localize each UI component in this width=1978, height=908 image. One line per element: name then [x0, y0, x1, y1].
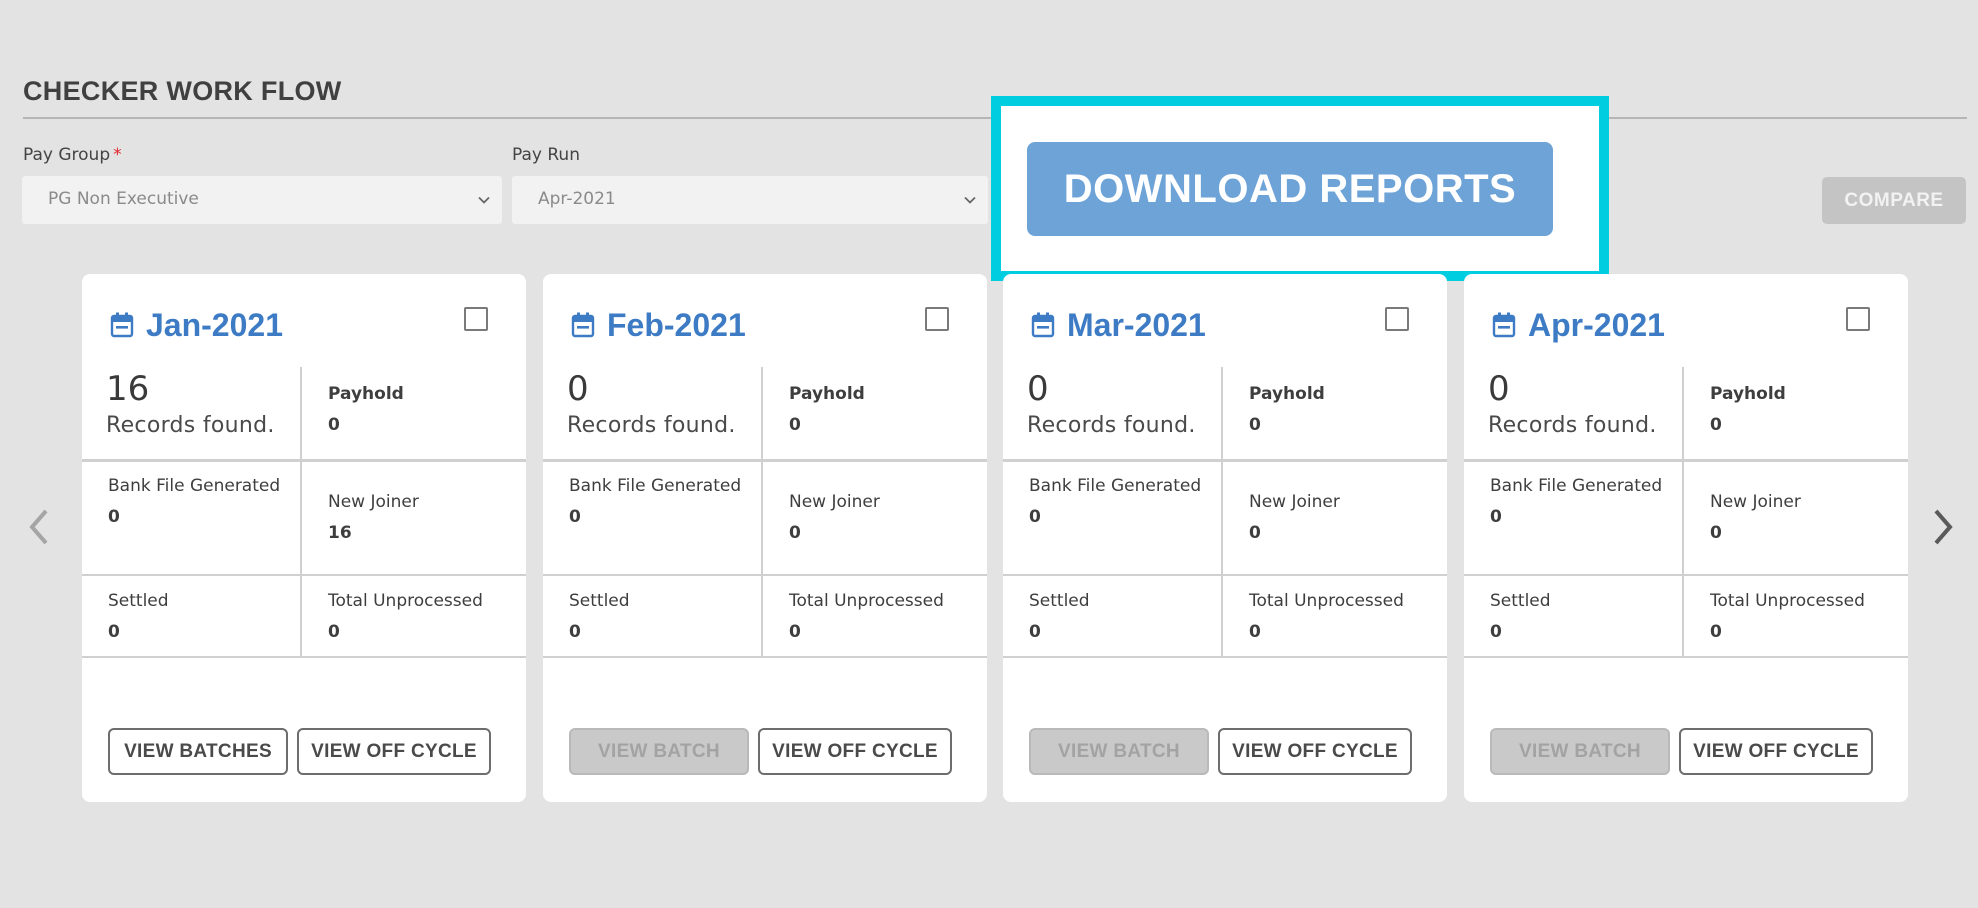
bank-file-generated-value: 0: [108, 507, 120, 527]
bank-file-generated-value: 0: [1029, 507, 1041, 527]
bank-file-generated-value: 0: [569, 507, 581, 527]
new-joiner-value: 16: [328, 523, 352, 543]
total-unprocessed-value: 0: [328, 622, 340, 642]
records-count: 16: [106, 369, 150, 409]
compare-button[interactable]: COMPARE: [1822, 177, 1966, 224]
payhold-label: Payhold: [328, 384, 404, 404]
chevron-left-icon[interactable]: [26, 505, 52, 549]
bank-file-generated-label: Bank File Generated: [569, 476, 742, 496]
records-label: Records found.: [1488, 413, 1657, 438]
calendar-icon: [110, 312, 134, 338]
records-label: Records found.: [1027, 413, 1196, 438]
bank-file-generated-value: 0: [1490, 507, 1502, 527]
settled-value: 0: [569, 622, 581, 642]
card-header: Apr-2021: [1492, 300, 1882, 350]
total-unprocessed-value: 0: [1249, 622, 1261, 642]
payhold-label: Payhold: [1249, 384, 1325, 404]
view-off-cycle-button[interactable]: VIEW OFF CYCLE: [1218, 728, 1412, 775]
bank-file-generated-label: Bank File Generated: [108, 476, 281, 496]
pay-group-label-text: Pay Group: [23, 145, 111, 165]
pay-run-select[interactable]: Apr-2021: [512, 176, 988, 224]
card-month: Mar-2021: [1067, 306, 1206, 343]
records-count: 0: [1027, 369, 1049, 409]
download-reports-button[interactable]: DOWNLOAD REPORTS: [1027, 142, 1553, 236]
download-reports-highlight: DOWNLOAD REPORTS: [991, 96, 1609, 281]
records-label: Records found.: [567, 413, 736, 438]
new-joiner-label: New Joiner: [328, 492, 419, 512]
view-batches-button[interactable]: VIEW BATCHES: [108, 728, 288, 775]
payhold-label: Payhold: [789, 384, 865, 404]
bank-file-generated-label: Bank File Generated: [1490, 476, 1663, 496]
chevron-down-icon: [478, 196, 490, 204]
card-header: Feb-2021: [571, 300, 961, 350]
card-select-checkbox[interactable]: [1385, 307, 1409, 331]
payhold-value: 0: [1249, 415, 1261, 435]
page-title: CHECKER WORK FLOW: [23, 76, 342, 106]
bank-file-generated-label: Bank File Generated: [1029, 476, 1202, 496]
payhold-value: 0: [1710, 415, 1722, 435]
settled-value: 0: [1490, 622, 1502, 642]
view-batch-button: VIEW BATCH: [1490, 728, 1670, 775]
payhold-label: Payhold: [1710, 384, 1786, 404]
payhold-value: 0: [789, 415, 801, 435]
card-header: Mar-2021: [1031, 300, 1421, 350]
total-unprocessed-value: 0: [1710, 622, 1722, 642]
settled-label: Settled: [108, 591, 169, 611]
card-stats: 0 Records found. Payhold 0 Bank File Gen…: [543, 367, 987, 658]
total-unprocessed-label: Total Unprocessed: [328, 591, 483, 611]
chevron-down-icon: [964, 196, 976, 204]
card-month: Feb-2021: [607, 306, 746, 343]
calendar-icon: [571, 312, 595, 338]
payhold-value: 0: [328, 415, 340, 435]
settled-label: Settled: [1490, 591, 1551, 611]
card-select-checkbox[interactable]: [925, 307, 949, 331]
settled-value: 0: [1029, 622, 1041, 642]
pay-group-select[interactable]: PG Non Executive: [22, 176, 502, 224]
view-batch-button: VIEW BATCH: [569, 728, 749, 775]
new-joiner-label: New Joiner: [1710, 492, 1801, 512]
month-card: Jan-2021 16 Records found. Payhold 0 Ban…: [82, 274, 526, 802]
card-select-checkbox[interactable]: [464, 307, 488, 331]
calendar-icon: [1492, 312, 1516, 338]
new-joiner-value: 0: [789, 523, 801, 543]
view-off-cycle-button[interactable]: VIEW OFF CYCLE: [758, 728, 952, 775]
total-unprocessed-label: Total Unprocessed: [1249, 591, 1404, 611]
pay-group-value: PG Non Executive: [48, 189, 199, 209]
card-stats: 0 Records found. Payhold 0 Bank File Gen…: [1464, 367, 1908, 658]
card-month: Apr-2021: [1528, 306, 1665, 343]
month-card: Apr-2021 0 Records found. Payhold 0 Bank…: [1464, 274, 1908, 802]
new-joiner-value: 0: [1710, 523, 1722, 543]
new-joiner-label: New Joiner: [789, 492, 880, 512]
records-count: 0: [567, 369, 589, 409]
month-card: Feb-2021 0 Records found. Payhold 0 Bank…: [543, 274, 987, 802]
records-label: Records found.: [106, 413, 275, 438]
settled-label: Settled: [1029, 591, 1090, 611]
chevron-right-icon[interactable]: [1930, 505, 1956, 549]
card-month: Jan-2021: [146, 306, 283, 343]
settled-value: 0: [108, 622, 120, 642]
view-batch-button: VIEW BATCH: [1029, 728, 1209, 775]
records-count: 0: [1488, 369, 1510, 409]
card-select-checkbox[interactable]: [1846, 307, 1870, 331]
required-marker: *: [113, 145, 122, 165]
card-stats: 16 Records found. Payhold 0 Bank File Ge…: [82, 367, 526, 658]
pay-run-label: Pay Run: [512, 145, 580, 165]
total-unprocessed-label: Total Unprocessed: [1710, 591, 1865, 611]
pay-run-value: Apr-2021: [538, 189, 616, 209]
total-unprocessed-value: 0: [789, 622, 801, 642]
total-unprocessed-label: Total Unprocessed: [789, 591, 944, 611]
calendar-icon: [1031, 312, 1055, 338]
pay-group-label: Pay Group *: [23, 145, 122, 165]
month-card: Mar-2021 0 Records found. Payhold 0 Bank…: [1003, 274, 1447, 802]
card-stats: 0 Records found. Payhold 0 Bank File Gen…: [1003, 367, 1447, 658]
settled-label: Settled: [569, 591, 630, 611]
card-header: Jan-2021: [110, 300, 500, 350]
view-off-cycle-button[interactable]: VIEW OFF CYCLE: [297, 728, 491, 775]
view-off-cycle-button[interactable]: VIEW OFF CYCLE: [1679, 728, 1873, 775]
new-joiner-label: New Joiner: [1249, 492, 1340, 512]
new-joiner-value: 0: [1249, 523, 1261, 543]
